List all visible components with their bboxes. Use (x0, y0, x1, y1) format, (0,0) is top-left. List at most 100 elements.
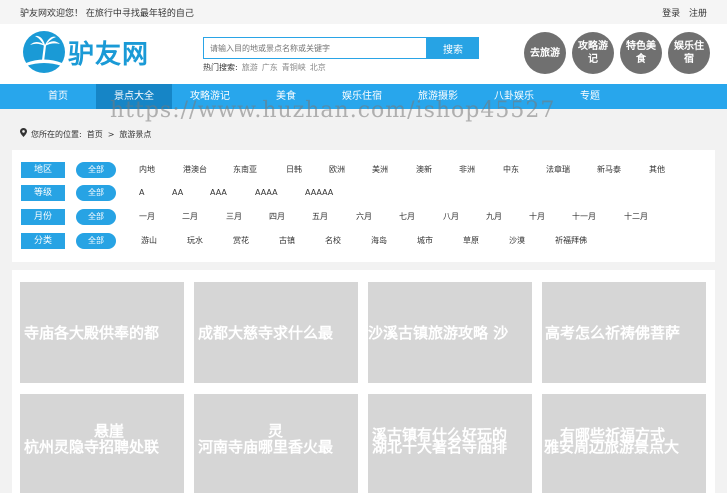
attraction-card[interactable]: 悬崖 杭州灵隐寺招聘处联 (20, 394, 184, 493)
filter-all-button[interactable]: 全部 (76, 185, 116, 201)
filter-option[interactable]: 港澳台 (183, 162, 207, 178)
filter-option[interactable]: 其他 (649, 162, 665, 178)
filter-label: 月份 (21, 209, 65, 225)
filter-row-category: 分类 全部 游山 玩水 赏花 古镇 名校 海岛 城市 草原 沙漠 祈福拜佛 (21, 233, 711, 249)
filter-option[interactable]: 法章瑞 (546, 162, 570, 178)
welcome-text: 驴友网欢迎您！ 在旅行中寻找最年轻的自己 (20, 9, 194, 19)
filter-option[interactable]: 祈福拜佛 (555, 233, 587, 249)
filter-option[interactable]: 六月 (356, 209, 372, 225)
filter-label: 地区 (21, 162, 65, 178)
filter-label: 等级 (21, 185, 65, 201)
register-link[interactable]: 注册 (689, 9, 707, 19)
attraction-card[interactable]: 沙溪古镇旅游攻略 沙 (368, 282, 532, 383)
filter-option[interactable]: 内地 (139, 162, 155, 178)
filter-option[interactable]: 三月 (226, 209, 242, 225)
filter-option[interactable]: 新马泰 (597, 162, 621, 178)
filter-option[interactable]: AA (172, 185, 183, 201)
filter-option[interactable]: 赏花 (233, 233, 249, 249)
filter-option[interactable]: 九月 (486, 209, 502, 225)
hot-keyword[interactable]: 旅游 (242, 63, 258, 72)
filter-option[interactable]: 十一月 (572, 209, 596, 225)
breadcrumb-home[interactable]: 首页 (87, 130, 103, 139)
attraction-grid: 寺庙各大殿供奉的都 成都大慈寺求什么最 沙溪古镇旅游攻略 沙 高考怎么祈祷佛菩萨… (12, 270, 715, 493)
hot-keyword[interactable]: 广东 (262, 63, 278, 72)
attraction-card-title[interactable]: 雅安周边旅游景点大 (544, 436, 706, 457)
breadcrumb-separator: > (107, 130, 115, 139)
filter-option[interactable]: 美洲 (372, 162, 388, 178)
nav-item-home[interactable]: 首页 (20, 84, 96, 109)
watermark-text: https://www.huzhan.com/ishop45527 (110, 98, 556, 123)
account-links: 登录 注册 (656, 6, 707, 19)
search-button[interactable]: 搜索 (427, 37, 479, 59)
top-bar: 驴友网欢迎您！ 在旅行中寻找最年轻的自己 登录 注册 (0, 0, 727, 24)
attraction-card[interactable]: 寺庙各大殿供奉的都 (20, 282, 184, 383)
attraction-card[interactable]: 灵 河南寺庙哪里香火最 (194, 394, 358, 493)
filter-row-region: 地区 全部 内地 港澳台 东南亚 日韩 欧洲 美洲 澳新 非洲 中东 法章瑞 新… (21, 162, 711, 178)
filter-label: 分类 (21, 233, 65, 249)
breadcrumb-prefix: 您所在的位置: (31, 130, 82, 139)
filter-row-level: 等级 全部 A AA AAA AAAA AAAAA (21, 185, 711, 201)
attraction-card-title[interactable]: 寺庙各大殿供奉的都 (24, 322, 184, 343)
filter-option[interactable]: 古镇 (279, 233, 295, 249)
filter-option[interactable]: 四月 (269, 209, 285, 225)
filter-option[interactable]: 一月 (139, 209, 155, 225)
hot-search-label: 热门搜索: (203, 63, 238, 72)
attraction-card-title[interactable]: 成都大慈寺求什么最 (198, 322, 358, 343)
filter-option[interactable]: 七月 (399, 209, 415, 225)
filter-all-button[interactable]: 全部 (76, 162, 116, 178)
filter-option[interactable]: 欧洲 (329, 162, 345, 178)
search-box: 搜索 (203, 37, 479, 59)
filter-option[interactable]: 二月 (182, 209, 198, 225)
filter-all-button[interactable]: 全部 (76, 233, 116, 249)
quick-link-guides[interactable]: 攻略游记 (572, 32, 614, 74)
filter-all-button[interactable]: 全部 (76, 209, 116, 225)
login-link[interactable]: 登录 (662, 9, 680, 19)
hot-search: 热门搜索: 旅游 广东 青铜峡 北京 (203, 62, 326, 73)
quick-link-lodging[interactable]: 娱乐住宿 (668, 32, 710, 74)
hot-keyword[interactable]: 北京 (310, 63, 326, 72)
filter-option[interactable]: 游山 (141, 233, 157, 249)
filter-option[interactable]: 十月 (529, 209, 545, 225)
filter-option[interactable]: 澳新 (416, 162, 432, 178)
attraction-card-title[interactable]: 河南寺庙哪里香火最 (198, 436, 358, 457)
attraction-card-title[interactable]: 高考怎么祈祷佛菩萨 (545, 322, 706, 343)
filter-option[interactable]: 名校 (325, 233, 341, 249)
attraction-card-title[interactable]: 杭州灵隐寺招聘处联 (24, 436, 184, 457)
attraction-card[interactable]: 有哪些祈福方式 雅安周边旅游景点大 (542, 394, 706, 493)
attraction-card[interactable]: 成都大慈寺求什么最 (194, 282, 358, 383)
nav-item-topics[interactable]: 专题 (552, 84, 628, 109)
hot-keyword[interactable]: 青铜峡 (282, 63, 306, 72)
location-pin-icon (20, 128, 27, 139)
header: 驴友网 搜索 热门搜索: 旅游广东青铜峡北京 去旅游 攻略游记 特色美食 娱乐住宿 (0, 24, 727, 84)
palm-tree-logo-icon (23, 31, 65, 73)
filter-option[interactable]: AAA (210, 185, 227, 201)
attraction-card[interactable]: 溪古镇有什么好玩的 湖北十大著名寺庙排 (368, 394, 532, 493)
quick-link-food[interactable]: 特色美食 (620, 32, 662, 74)
filter-option[interactable]: 八月 (443, 209, 459, 225)
filter-option[interactable]: A (139, 185, 144, 201)
attraction-card-title[interactable]: 湖北十大著名寺庙排 (372, 436, 532, 457)
filter-option[interactable]: AAAAA (305, 185, 333, 201)
quick-link-travel[interactable]: 去旅游 (524, 32, 566, 74)
quick-links: 去旅游 攻略游记 特色美食 娱乐住宿 (524, 32, 714, 76)
filter-option[interactable]: AAAA (255, 185, 278, 201)
attraction-card-title[interactable]: 沙溪古镇旅游攻略 沙 (368, 322, 532, 343)
filter-option[interactable]: 玩水 (187, 233, 203, 249)
filter-option[interactable]: 城市 (417, 233, 433, 249)
site-logo[interactable]: 驴友网 (22, 30, 152, 74)
filter-option[interactable]: 五月 (312, 209, 328, 225)
filter-option[interactable]: 东南亚 (233, 162, 257, 178)
site-brand-name: 驴友网 (68, 40, 150, 70)
breadcrumb: 您所在的位置: 首页 > 旅游景点 (20, 128, 156, 140)
attraction-card[interactable]: 高考怎么祈祷佛菩萨 (542, 282, 706, 383)
filter-option[interactable]: 中东 (503, 162, 519, 178)
breadcrumb-current: 旅游景点 (119, 130, 152, 139)
filter-panel: 地区 全部 内地 港澳台 东南亚 日韩 欧洲 美洲 澳新 非洲 中东 法章瑞 新… (12, 150, 715, 262)
filter-option[interactable]: 草原 (463, 233, 479, 249)
filter-option[interactable]: 非洲 (459, 162, 475, 178)
filter-option[interactable]: 日韩 (286, 162, 302, 178)
search-input[interactable] (203, 37, 427, 59)
filter-option[interactable]: 沙漠 (509, 233, 525, 249)
filter-option[interactable]: 十二月 (624, 209, 648, 225)
filter-option[interactable]: 海岛 (371, 233, 387, 249)
